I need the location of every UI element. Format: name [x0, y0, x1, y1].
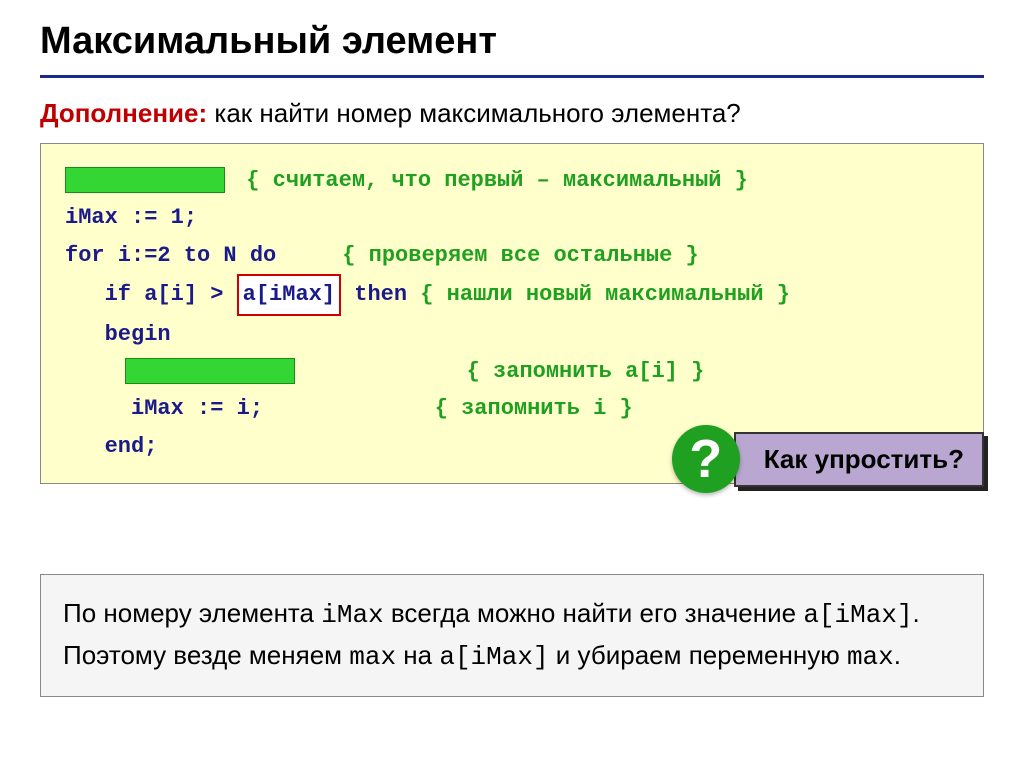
mono-text: max	[847, 642, 894, 672]
comment: { считаем, что первый – максимальный }	[246, 168, 748, 193]
code-line: then	[341, 282, 420, 307]
callout: ? Как упростить?	[672, 425, 984, 493]
footer-text: всегда можно найти его значение	[384, 598, 804, 628]
hidden-code-2	[125, 358, 295, 384]
comment: { проверяем все остальные }	[342, 243, 698, 268]
code-line: iMax := i;	[65, 396, 263, 421]
mono-text: a[iMax]	[439, 642, 548, 672]
subtitle: Дополнение: как найти номер максимальног…	[40, 98, 984, 129]
question-icon: ?	[672, 425, 740, 493]
highlight-aimax: a[iMax]	[237, 274, 341, 315]
code-line: iMax := 1;	[65, 205, 197, 230]
page-title: Максимальный элемент	[40, 20, 984, 63]
footer-note: По номеру элемента iMax всегда можно най…	[40, 574, 984, 697]
comment: { запомнить a[i] }	[467, 359, 705, 384]
comment: { запомнить i }	[435, 396, 633, 421]
code-line: end;	[65, 434, 157, 459]
code-line: for i:=2 to N do	[65, 243, 276, 268]
callout-text: Как упростить?	[734, 432, 984, 487]
subtitle-text: как найти номер максимального элемента?	[207, 98, 741, 128]
subtitle-label: Дополнение:	[40, 98, 207, 128]
footer-text: .	[894, 640, 901, 670]
mono-text: max	[349, 642, 396, 672]
code-line: if a[i] >	[65, 282, 237, 307]
hidden-code-1	[65, 167, 225, 193]
footer-text: По номеру элемента	[63, 598, 321, 628]
footer-text: на	[396, 640, 439, 670]
footer-text: и убираем переменную	[549, 640, 847, 670]
mono-text: iMax	[321, 600, 383, 630]
divider	[40, 75, 984, 78]
mono-text: a[iMax]	[803, 600, 912, 630]
comment: { нашли новый максимальный }	[420, 282, 790, 307]
code-line: begin	[65, 322, 171, 347]
